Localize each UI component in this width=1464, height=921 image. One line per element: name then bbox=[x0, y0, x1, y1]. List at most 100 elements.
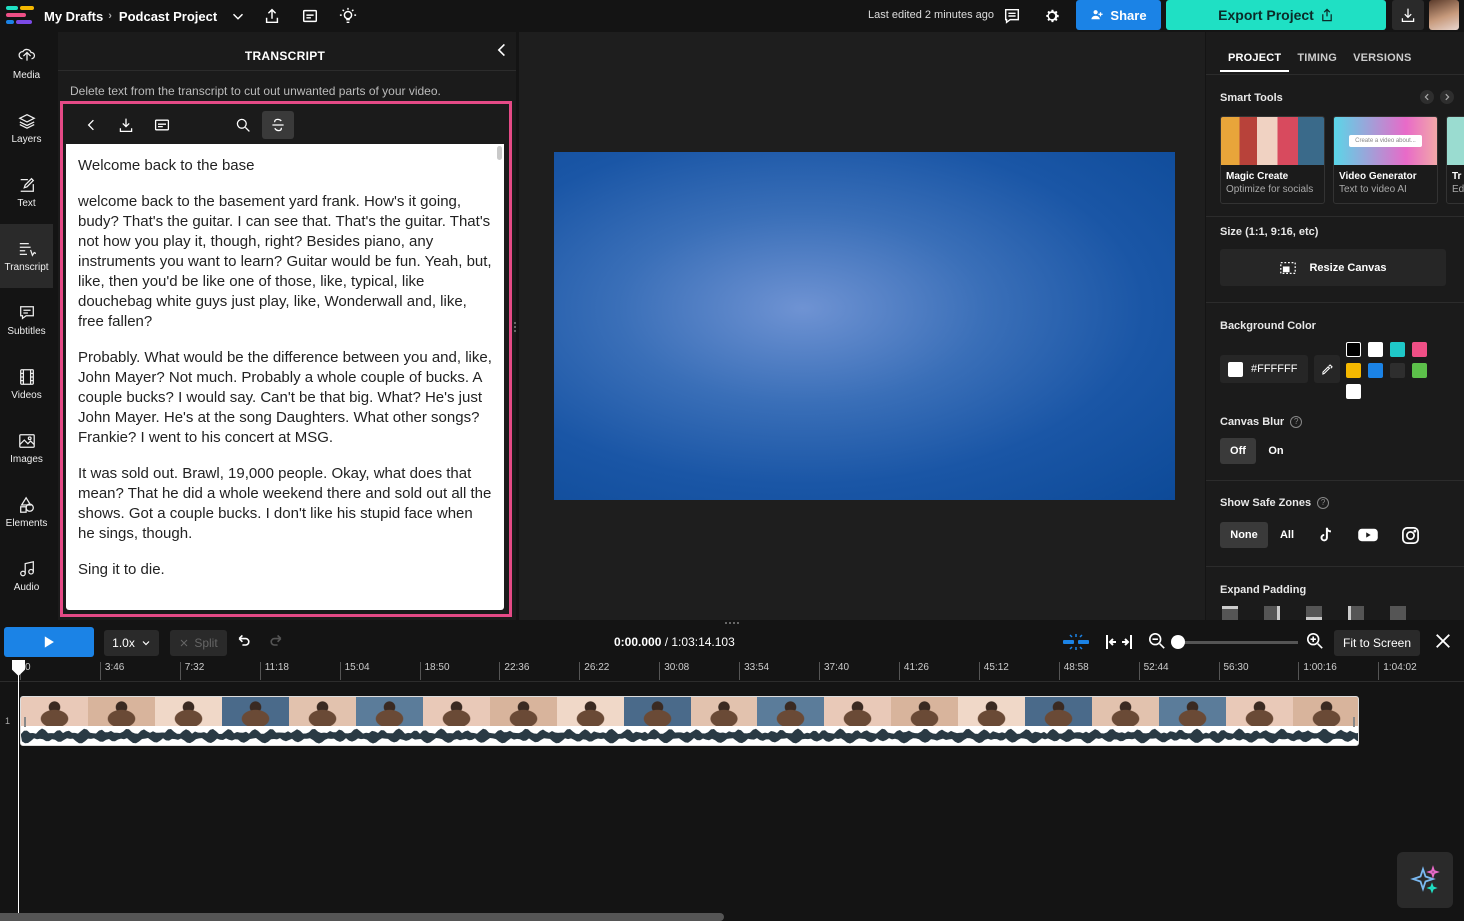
canvas-blur-off[interactable]: Off bbox=[1220, 438, 1256, 464]
transcript-paragraph[interactable]: Welcome back to the base bbox=[78, 156, 492, 176]
color-swatch[interactable] bbox=[1412, 342, 1427, 357]
safe-zone-instagram[interactable] bbox=[1398, 524, 1422, 546]
transcript-paragraph[interactable]: It was sold out. Brawl, 19,000 people. O… bbox=[78, 464, 492, 544]
color-swatch[interactable] bbox=[1346, 384, 1361, 399]
back-button[interactable] bbox=[75, 111, 107, 139]
ai-assistant-button[interactable] bbox=[1397, 852, 1453, 908]
tab-project[interactable]: PROJECT bbox=[1220, 46, 1290, 72]
color-swatch[interactable] bbox=[1412, 363, 1427, 378]
clip-trim-handle-right[interactable] bbox=[1353, 717, 1355, 727]
color-swatch[interactable] bbox=[1390, 363, 1405, 378]
smart-tool-card-video-generator[interactable]: Create a video about... Video Generator … bbox=[1333, 116, 1438, 204]
sidebar-item-media[interactable]: Media bbox=[0, 32, 53, 96]
collapse-panel-chevron-left-icon[interactable] bbox=[494, 42, 510, 58]
sidebar-item-transcript[interactable]: Transcript bbox=[0, 224, 53, 288]
project-menu-chevron-icon[interactable] bbox=[223, 1, 253, 31]
close-timeline-button[interactable] bbox=[1434, 632, 1454, 652]
card-title: Tr bbox=[1452, 171, 1462, 182]
padding-all-icon[interactable] bbox=[1390, 606, 1406, 620]
sidebar-item-subtitles[interactable]: Subtitles bbox=[0, 288, 53, 352]
sidebar-item-videos[interactable]: Videos bbox=[0, 352, 53, 416]
smart-tool-card-partial[interactable]: Tr Ed bbox=[1446, 116, 1464, 204]
zoom-out-button[interactable] bbox=[1148, 632, 1168, 652]
play-button[interactable] bbox=[4, 627, 94, 657]
undo-button[interactable] bbox=[236, 633, 254, 651]
clip-thumbnail-frame bbox=[1226, 697, 1294, 726]
share-button[interactable]: Share bbox=[1076, 0, 1161, 30]
captions-icon[interactable] bbox=[295, 1, 325, 31]
playhead-line[interactable] bbox=[18, 660, 19, 921]
transcript-scrollbar[interactable] bbox=[497, 146, 502, 160]
sidebar-item-layers[interactable]: Layers bbox=[0, 96, 53, 160]
help-icon[interactable]: ? bbox=[1290, 416, 1303, 429]
sidebar-item-images[interactable]: Images bbox=[0, 416, 53, 480]
redo-button[interactable] bbox=[268, 633, 286, 651]
sidebar-item-elements[interactable]: Elements bbox=[0, 480, 53, 544]
sidebar-item-text[interactable]: Text bbox=[0, 160, 53, 224]
playback-speed-select[interactable]: 1.0x bbox=[104, 630, 159, 656]
resize-canvas-button[interactable]: Resize Canvas bbox=[1220, 249, 1446, 286]
zoom-in-button[interactable] bbox=[1306, 632, 1326, 652]
export-project-button[interactable]: Export Project bbox=[1166, 0, 1386, 30]
search-button[interactable] bbox=[227, 111, 259, 139]
timeline-horizontal-scrollbar[interactable] bbox=[0, 913, 724, 921]
settings-gear-icon[interactable] bbox=[1037, 1, 1067, 31]
divider bbox=[1206, 566, 1464, 567]
carousel-prev-button[interactable] bbox=[1420, 90, 1434, 104]
split-button[interactable]: Split bbox=[170, 630, 227, 656]
lightbulb-icon[interactable] bbox=[333, 1, 363, 31]
fit-to-screen-button[interactable]: Fit to Screen bbox=[1334, 630, 1420, 656]
safe-zone-none[interactable]: None bbox=[1220, 522, 1268, 548]
download-transcript-button[interactable] bbox=[110, 111, 142, 139]
transcript-paragraph[interactable]: welcome back to the basement yard frank.… bbox=[78, 192, 492, 332]
color-swatch[interactable] bbox=[1390, 342, 1405, 357]
padding-bottom-icon[interactable] bbox=[1306, 606, 1322, 620]
video-canvas[interactable] bbox=[554, 152, 1175, 500]
zoom-out-icon bbox=[1148, 632, 1165, 649]
snap-toggle[interactable] bbox=[1062, 632, 1090, 652]
upload-icon[interactable] bbox=[257, 1, 287, 31]
color-swatch[interactable] bbox=[1368, 363, 1383, 378]
help-icon[interactable]: ? bbox=[1317, 497, 1330, 510]
color-swatch[interactable] bbox=[1346, 363, 1361, 378]
background-color-input[interactable]: #FFFFFF bbox=[1220, 355, 1308, 383]
tab-versions[interactable]: VERSIONS bbox=[1345, 46, 1419, 72]
smart-tool-card-magic-create[interactable]: Magic Create Optimize for socials bbox=[1220, 116, 1325, 204]
transcript-paragraph[interactable]: Probably. What would be the difference b… bbox=[78, 348, 492, 448]
padding-top-icon[interactable] bbox=[1222, 606, 1238, 620]
timeline[interactable]: 0 3:46 7:32 11:18 15:04 18:50 22:36 26:22 30:08 3… bbox=[0, 660, 1464, 921]
sidebar-item-audio[interactable]: Audio bbox=[0, 544, 53, 608]
transcript-text-area[interactable]: Welcome back to the base welcome back to… bbox=[66, 144, 504, 610]
color-swatch[interactable] bbox=[1346, 342, 1361, 357]
safe-zone-tiktok[interactable] bbox=[1314, 524, 1338, 546]
canvas-blur-on[interactable]: On bbox=[1260, 438, 1292, 464]
breadcrumb-my-drafts[interactable]: My Drafts bbox=[44, 9, 103, 24]
clip-trim-handle-left[interactable] bbox=[24, 717, 26, 727]
tab-timing[interactable]: TIMING bbox=[1289, 46, 1345, 72]
ruler-tick-label: 7:32 bbox=[179, 662, 204, 680]
user-avatar[interactable] bbox=[1429, 0, 1459, 30]
safe-zone-youtube[interactable] bbox=[1355, 524, 1381, 546]
time-ruler[interactable]: 0 3:46 7:32 11:18 15:04 18:50 22:36 26:22 30:08 3… bbox=[0, 660, 1464, 682]
panel-resize-handle[interactable] bbox=[514, 322, 516, 332]
clip-thumbnail-frame bbox=[690, 697, 758, 726]
captions-button[interactable] bbox=[146, 111, 178, 139]
eyedropper-button[interactable] bbox=[1314, 355, 1340, 383]
safe-zone-all[interactable]: All bbox=[1274, 522, 1300, 548]
carousel-next-button[interactable] bbox=[1440, 90, 1454, 104]
transcript-paragraph[interactable]: Sing it to die. bbox=[78, 560, 492, 580]
download-button[interactable] bbox=[1392, 0, 1424, 30]
padding-right-icon[interactable] bbox=[1264, 606, 1280, 620]
strikethrough-button[interactable] bbox=[262, 111, 294, 139]
zoom-slider-handle[interactable] bbox=[1171, 635, 1185, 649]
padding-left-icon[interactable] bbox=[1348, 606, 1364, 620]
video-clip[interactable] bbox=[20, 696, 1359, 746]
project-name[interactable]: Podcast Project bbox=[119, 9, 217, 24]
zoom-slider-track[interactable] bbox=[1178, 641, 1298, 644]
comments-icon[interactable] bbox=[997, 1, 1027, 31]
fit-timeline-button[interactable] bbox=[1105, 632, 1133, 652]
kapwing-logo[interactable] bbox=[4, 0, 38, 32]
color-swatch[interactable] bbox=[1368, 342, 1383, 357]
panel-resize-handle[interactable] bbox=[725, 622, 739, 624]
divider bbox=[1206, 216, 1464, 217]
